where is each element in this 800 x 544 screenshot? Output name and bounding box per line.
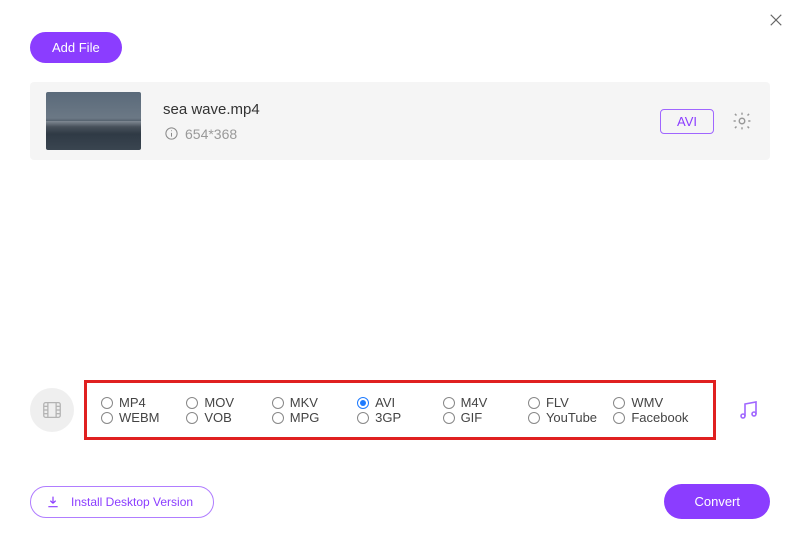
download-icon: [45, 494, 61, 510]
format-option-label: Facebook: [631, 410, 688, 425]
format-option-label: YouTube: [546, 410, 597, 425]
target-format-badge[interactable]: AVI: [660, 109, 714, 134]
info-icon: [163, 126, 179, 142]
file-name: sea wave.mp4: [163, 101, 660, 118]
format-option-label: MPG: [290, 410, 320, 425]
format-option-label: FLV: [546, 395, 569, 410]
format-option-gif[interactable]: GIF: [443, 410, 528, 425]
format-option-flv[interactable]: FLV: [528, 395, 613, 410]
video-category[interactable]: [30, 388, 74, 432]
radio-icon: [357, 412, 369, 424]
format-options: MP4 MOV MKV AVI M4V FLV WMV WEBM VOB MPG 3GP GIF Yo…: [84, 380, 716, 440]
format-option-3gp[interactable]: 3GP: [357, 410, 442, 425]
radio-icon: [272, 412, 284, 424]
convert-button[interactable]: Convert: [664, 484, 770, 519]
file-card: sea wave.mp4 654*368 AVI: [30, 82, 770, 160]
radio-icon: [443, 412, 455, 424]
format-panel: MP4 MOV MKV AVI M4V FLV WMV WEBM VOB MPG 3GP GIF Yo…: [30, 380, 770, 440]
format-option-mkv[interactable]: MKV: [272, 395, 357, 410]
format-option-wmv[interactable]: WMV: [613, 395, 698, 410]
music-icon: [736, 398, 760, 422]
close-icon: [767, 11, 785, 29]
format-option-mp4[interactable]: MP4: [101, 395, 186, 410]
format-option-label: MP4: [119, 395, 146, 410]
radio-icon: [101, 412, 113, 424]
close-button[interactable]: [764, 8, 788, 32]
format-option-label: MKV: [290, 395, 318, 410]
format-option-label: M4V: [461, 395, 488, 410]
radio-icon: [443, 397, 455, 409]
format-option-facebook[interactable]: Facebook: [613, 410, 698, 425]
file-meta: sea wave.mp4 654*368: [163, 101, 660, 142]
format-option-mpg[interactable]: MPG: [272, 410, 357, 425]
radio-icon: [186, 397, 198, 409]
format-option-label: VOB: [204, 410, 231, 425]
format-row-2: WEBM VOB MPG 3GP GIF YouTube Facebook: [101, 410, 699, 425]
format-option-mov[interactable]: MOV: [186, 395, 271, 410]
format-option-label: MOV: [204, 395, 234, 410]
format-option-label: 3GP: [375, 410, 401, 425]
format-option-label: GIF: [461, 410, 483, 425]
format-option-m4v[interactable]: M4V: [443, 395, 528, 410]
file-resolution: 654*368: [163, 126, 660, 142]
radio-icon: [613, 412, 625, 424]
radio-icon: [101, 397, 113, 409]
file-resolution-text: 654*368: [185, 126, 237, 142]
radio-icon: [613, 397, 625, 409]
format-option-label: WEBM: [119, 410, 159, 425]
format-option-avi[interactable]: AVI: [357, 395, 442, 410]
format-row-1: MP4 MOV MKV AVI M4V FLV WMV: [101, 395, 699, 410]
audio-category[interactable]: [726, 388, 770, 432]
radio-icon: [357, 397, 369, 409]
film-icon: [41, 399, 63, 421]
file-thumbnail[interactable]: [46, 92, 141, 150]
format-option-vob[interactable]: VOB: [186, 410, 271, 425]
radio-icon: [186, 412, 198, 424]
format-option-youtube[interactable]: YouTube: [528, 410, 613, 425]
gear-icon: [731, 110, 753, 132]
radio-icon: [272, 397, 284, 409]
install-desktop-label: Install Desktop Version: [71, 495, 193, 509]
radio-icon: [528, 397, 540, 409]
radio-icon: [528, 412, 540, 424]
format-option-label: AVI: [375, 395, 395, 410]
format-option-label: WMV: [631, 395, 663, 410]
format-option-webm[interactable]: WEBM: [101, 410, 186, 425]
settings-button[interactable]: [730, 109, 754, 133]
install-desktop-button[interactable]: Install Desktop Version: [30, 486, 214, 518]
add-file-button[interactable]: Add File: [30, 32, 122, 63]
